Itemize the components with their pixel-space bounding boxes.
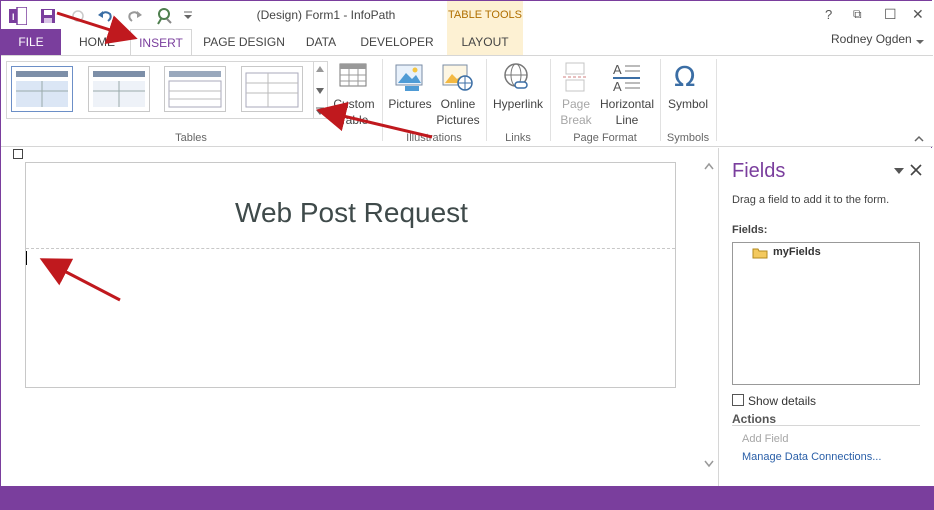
show-details-label[interactable]: Show details bbox=[748, 394, 816, 408]
symbols-group-label: Symbols bbox=[666, 132, 710, 144]
fields-task-pane: Fields Drag a field to add it to the for… bbox=[718, 148, 932, 486]
form-preview-icon[interactable] bbox=[156, 7, 174, 25]
symbol-button[interactable]: Symbol bbox=[663, 96, 713, 112]
tab-layout[interactable]: LAYOUT bbox=[447, 29, 523, 55]
save-icon[interactable] bbox=[40, 8, 56, 24]
page-break-icon[interactable] bbox=[562, 62, 590, 92]
custom-table-icon[interactable] bbox=[339, 62, 369, 90]
svg-text:A: A bbox=[613, 62, 622, 77]
tab-data[interactable]: DATA bbox=[299, 29, 343, 55]
table-layout-option-2[interactable] bbox=[88, 66, 150, 112]
illustrations-group-label: Illustrations bbox=[406, 132, 462, 144]
tab-page-design[interactable]: PAGE DESIGN bbox=[200, 29, 288, 55]
pane-close-icon[interactable] bbox=[910, 164, 922, 176]
hyperlink-icon[interactable] bbox=[501, 62, 533, 92]
tab-insert[interactable]: INSERT bbox=[130, 29, 192, 55]
online-pictures-icon[interactable] bbox=[442, 62, 474, 92]
tab-home[interactable]: HOME bbox=[69, 29, 125, 55]
tab-developer[interactable]: DEVELOPER bbox=[358, 29, 436, 55]
horizontal-line-icon[interactable]: A A bbox=[613, 62, 641, 92]
show-details-checkbox[interactable] bbox=[732, 394, 744, 406]
ribbon-separator bbox=[550, 59, 551, 141]
online-pictures-button[interactable]: Online Pictures bbox=[431, 96, 485, 128]
folder-icon bbox=[752, 248, 768, 259]
ribbon-separator bbox=[486, 59, 487, 141]
table-select-handle[interactable] bbox=[13, 149, 23, 159]
fields-tree[interactable]: myFields bbox=[732, 242, 920, 385]
canvas-scrollbar[interactable] bbox=[700, 148, 718, 486]
restore-ribbon-button[interactable]: ⧉ bbox=[853, 7, 862, 22]
fields-label: Fields: bbox=[732, 224, 768, 236]
page-format-group-label: Page Format bbox=[573, 132, 637, 144]
ribbon: Custom Table Tables Pictures Online Pict… bbox=[1, 55, 933, 147]
user-dropdown-icon[interactable] bbox=[916, 38, 924, 46]
infopath-logo-icon[interactable]: I bbox=[9, 7, 27, 25]
pictures-button[interactable]: Pictures bbox=[386, 96, 434, 112]
table-layout-option-1[interactable] bbox=[11, 66, 73, 112]
help-button[interactable]: ? bbox=[825, 7, 832, 22]
ribbon-separator bbox=[660, 59, 661, 141]
scroll-down-icon[interactable] bbox=[704, 460, 714, 468]
gallery-scroll-down-icon[interactable] bbox=[316, 88, 324, 94]
maximize-button[interactable]: ☐ bbox=[884, 6, 897, 23]
actions-divider bbox=[732, 425, 920, 426]
ribbon-tab-row: FILE HOME INSERT PAGE DESIGN DATA DEVELO… bbox=[1, 29, 933, 55]
fields-pane-title: Fields bbox=[732, 160, 786, 182]
actions-heading: Actions bbox=[732, 412, 777, 426]
pictures-icon[interactable] bbox=[395, 62, 425, 92]
scroll-up-icon[interactable] bbox=[704, 162, 714, 170]
gallery-more-icon[interactable] bbox=[316, 106, 324, 116]
hyperlink-button[interactable]: Hyperlink bbox=[489, 96, 547, 112]
ribbon-separator bbox=[716, 59, 717, 141]
manage-data-connections-link[interactable]: Manage Data Connections... bbox=[742, 451, 881, 463]
symbol-icon[interactable]: Ω bbox=[674, 60, 695, 93]
row-divider bbox=[26, 248, 675, 249]
links-group-label: Links bbox=[505, 132, 531, 144]
user-name[interactable]: Rodney Ogden bbox=[831, 32, 912, 46]
table-tools-context-label: TABLE TOOLS bbox=[447, 1, 523, 29]
close-button[interactable]: ✕ bbox=[912, 6, 924, 23]
collapse-ribbon-icon[interactable] bbox=[914, 134, 924, 142]
customize-qat-icon[interactable] bbox=[183, 11, 193, 21]
ribbon-separator bbox=[382, 59, 383, 141]
svg-text:A: A bbox=[613, 79, 622, 92]
svg-text:I: I bbox=[12, 12, 15, 22]
table-layout-option-3[interactable] bbox=[164, 66, 226, 112]
title-bar: I (Design) Form1 - InfoPath TABLE TOOLS … bbox=[1, 1, 933, 29]
table-layout-option-4[interactable] bbox=[241, 66, 303, 112]
undo-icon[interactable] bbox=[97, 8, 113, 24]
tab-file[interactable]: FILE bbox=[1, 29, 61, 55]
status-bar bbox=[0, 486, 934, 510]
window-title: (Design) Form1 - InfoPath bbox=[256, 8, 396, 22]
redo-icon[interactable] bbox=[127, 8, 143, 24]
add-field-link[interactable]: Add Field bbox=[742, 433, 788, 445]
text-cursor bbox=[26, 251, 27, 265]
fields-instruction: Drag a field to add it to the form. bbox=[732, 194, 890, 206]
gallery-scroll-up-icon[interactable] bbox=[316, 66, 324, 72]
horizontal-line-button[interactable]: Horizontal Line bbox=[597, 96, 657, 128]
form-layout-table[interactable]: Web Post Request bbox=[25, 162, 676, 388]
undo-disabled-icon[interactable] bbox=[71, 9, 85, 23]
custom-table-button[interactable]: Custom Table bbox=[330, 96, 378, 128]
tables-group-label: Tables bbox=[175, 132, 207, 144]
tree-item-myfields[interactable]: myFields bbox=[773, 246, 821, 258]
page-break-button[interactable]: Page Break bbox=[556, 96, 596, 128]
form-title[interactable]: Web Post Request bbox=[26, 197, 677, 229]
pane-options-icon[interactable] bbox=[894, 167, 904, 175]
